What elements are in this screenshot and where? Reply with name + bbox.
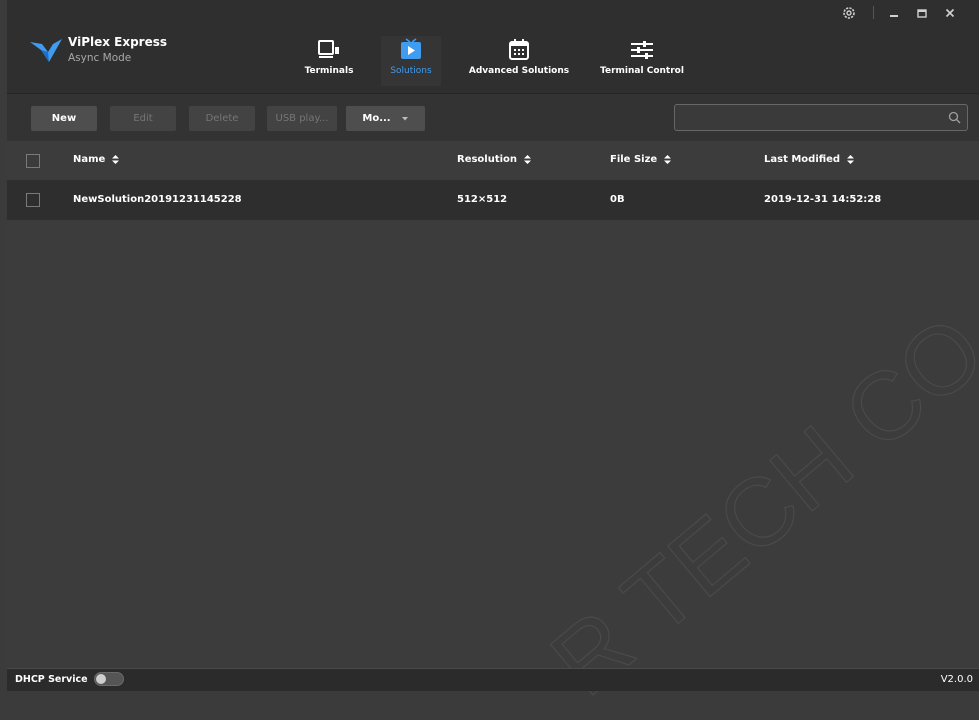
tab-advanced-solutions[interactable]: Advanced Solutions <box>468 36 570 86</box>
tab-terminal-control[interactable]: Terminal Control <box>597 36 687 86</box>
delete-button[interactable]: Delete <box>189 106 255 131</box>
sort-icon <box>112 155 120 164</box>
tab-advanced-solutions-label: Advanced Solutions <box>468 66 570 76</box>
chevron-down-icon <box>401 116 408 120</box>
cell-file-size: 0B <box>610 194 625 205</box>
column-header-last-modified-label: Last Modified <box>764 154 841 165</box>
sliders-icon <box>631 41 653 59</box>
app-mode-label: Async Mode <box>68 52 132 64</box>
usb-playback-button[interactable]: USB play... <box>267 106 337 131</box>
tab-terminal-control-label: Terminal Control <box>600 66 684 76</box>
calendar-icon <box>509 39 529 60</box>
app-window: ViPlex Express Async Mode Terminals Solu… <box>7 0 979 717</box>
toggle-knob <box>96 674 106 684</box>
play-screen-icon <box>401 38 421 59</box>
status-bar: DHCP Service V2.0.0 <box>7 668 979 691</box>
minimize-icon[interactable] <box>886 5 902 21</box>
column-header-resolution-label: Resolution <box>457 154 518 165</box>
table-row[interactable]: NewSolution20191231145228 512×512 0B 201… <box>7 180 979 220</box>
tab-terminals-label: Terminals <box>304 66 354 76</box>
more-dropdown-button[interactable]: Mo... <box>346 106 425 131</box>
column-header-file-size-label: File Size <box>610 154 658 165</box>
watermark: R TECH CO <box>547 300 979 717</box>
column-header-name[interactable]: Name <box>73 154 120 165</box>
tab-solutions[interactable]: Solutions <box>381 36 441 86</box>
settings-icon[interactable] <box>841 5 857 21</box>
cell-last-modified: 2019-12-31 14:52:28 <box>764 194 882 205</box>
version-label: V2.0.0 <box>940 674 973 685</box>
sort-icon <box>664 155 672 164</box>
column-header-file-size[interactable]: File Size <box>610 154 672 165</box>
maximize-icon[interactable] <box>914 5 930 21</box>
edit-button[interactable]: Edit <box>110 106 176 131</box>
row-checkbox[interactable] <box>26 193 40 207</box>
new-button[interactable]: New <box>31 106 97 131</box>
title-bar: ViPlex Express Async Mode Terminals Solu… <box>7 0 979 93</box>
search-icon[interactable] <box>948 111 961 124</box>
monitor-icon <box>318 40 339 58</box>
column-header-name-label: Name <box>73 154 106 165</box>
dhcp-service-label: DHCP Service <box>15 674 88 685</box>
search-input[interactable] <box>674 104 968 131</box>
toolbar: New Edit Delete USB play... Mo... <box>7 93 979 142</box>
more-dropdown-label: Mo... <box>362 113 391 124</box>
app-title: ViPlex Express <box>68 35 168 49</box>
select-all-checkbox[interactable] <box>26 154 40 168</box>
sort-icon <box>847 155 855 164</box>
viplex-logo-icon <box>30 39 62 62</box>
tab-terminals[interactable]: Terminals <box>299 36 359 86</box>
watermark-text: R TECH CO <box>547 300 979 716</box>
column-header-resolution[interactable]: Resolution <box>457 154 532 165</box>
sort-icon <box>524 155 532 164</box>
column-header-last-modified[interactable]: Last Modified <box>764 154 855 165</box>
tab-solutions-label: Solutions <box>390 66 432 76</box>
close-icon[interactable] <box>942 5 958 21</box>
window-controls-divider <box>873 6 874 19</box>
dhcp-service-toggle[interactable] <box>94 672 124 686</box>
cell-resolution: 512×512 <box>457 194 508 205</box>
table-header: Name Resolution File Size Last Modified <box>7 141 979 180</box>
cell-name: NewSolution20191231145228 <box>73 194 242 205</box>
